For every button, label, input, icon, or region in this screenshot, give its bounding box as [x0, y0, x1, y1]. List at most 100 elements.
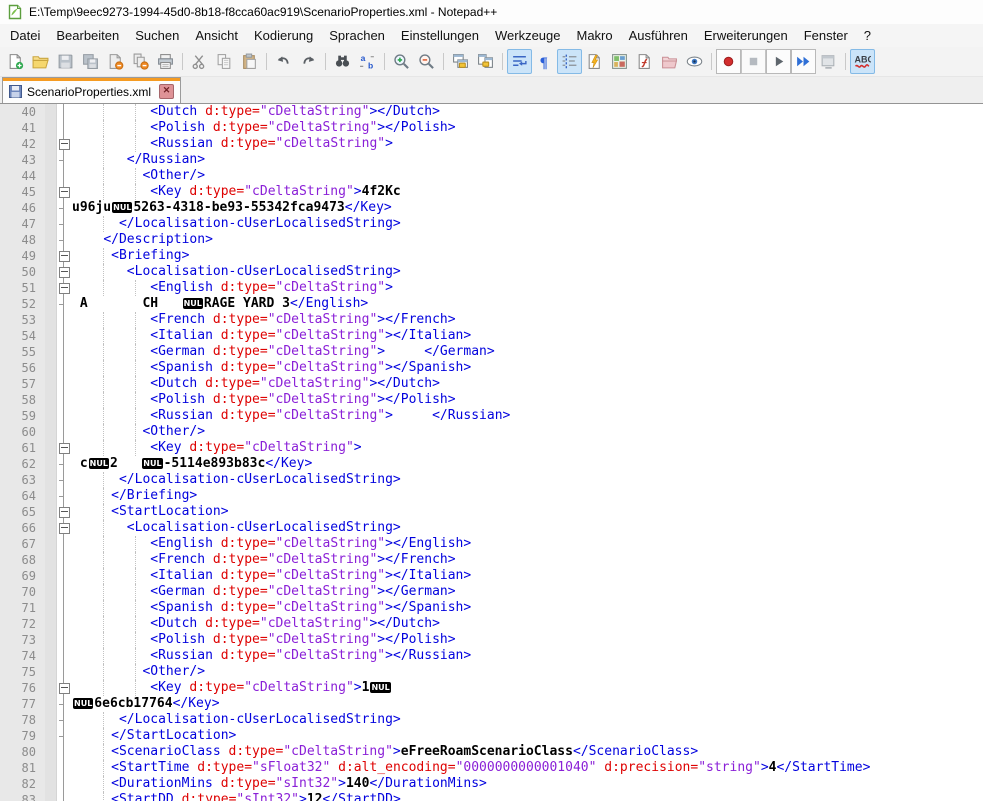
- show-indent-guide-button[interactable]: [557, 49, 582, 74]
- code-text[interactable]: <French d:type="cDeltaString"></French>: [70, 312, 983, 328]
- menu-item-ansicht[interactable]: Ansicht: [187, 26, 246, 45]
- menu-item-datei[interactable]: Datei: [2, 26, 48, 45]
- code-text[interactable]: </Localisation-cUserLocalisedString>: [70, 712, 983, 728]
- tab-close-icon[interactable]: ✕: [159, 84, 174, 99]
- function-list-button[interactable]: [632, 49, 657, 74]
- word-wrap-button[interactable]: [507, 49, 532, 74]
- sync-vertical-scrolling-button[interactable]: [448, 49, 473, 74]
- code-text[interactable]: <Italian d:type="cDeltaString"></Italian…: [70, 568, 983, 584]
- code-text[interactable]: <Polish d:type="cDeltaString"></Polish>: [70, 632, 983, 648]
- document-monitoring-button[interactable]: [682, 49, 707, 74]
- close-all-button[interactable]: [128, 49, 153, 74]
- code-text[interactable]: <Dutch d:type="cDeltaString"></Dutch>: [70, 104, 983, 120]
- tab-scenarioproperties[interactable]: ScenarioProperties.xml ✕: [2, 79, 181, 103]
- code-text[interactable]: NUL6e6cb17764</Key>: [70, 696, 983, 712]
- menu-item-makro[interactable]: Makro: [569, 26, 621, 45]
- code-text[interactable]: </Localisation-cUserLocalisedString>: [70, 216, 983, 232]
- code-text[interactable]: </Briefing>: [70, 488, 983, 504]
- code-text[interactable]: <Polish d:type="cDeltaString"></Polish>: [70, 120, 983, 136]
- menu-item-bearbeiten[interactable]: Bearbeiten: [48, 26, 127, 45]
- save-all-button[interactable]: [78, 49, 103, 74]
- menu-item-erweiterungen[interactable]: Erweiterungen: [696, 26, 796, 45]
- code-text[interactable]: <Spanish d:type="cDeltaString"></Spanish…: [70, 360, 983, 376]
- menu-item-einstellungen[interactable]: Einstellungen: [393, 26, 487, 45]
- code-text[interactable]: <Other/>: [70, 424, 983, 440]
- cut-button[interactable]: [187, 49, 212, 74]
- macro-play-button[interactable]: [766, 49, 791, 74]
- code-text[interactable]: <Key d:type="cDeltaString">: [70, 440, 983, 456]
- redo-button[interactable]: [296, 49, 321, 74]
- sync-horizontal-scrolling-button[interactable]: [473, 49, 498, 74]
- undo-button[interactable]: [271, 49, 296, 74]
- code-text[interactable]: <ScenarioClass d:type="cDeltaString">eFr…: [70, 744, 983, 760]
- code-text[interactable]: <German d:type="cDeltaString"> </German>: [70, 344, 983, 360]
- zoom-out-button[interactable]: [414, 49, 439, 74]
- new-file-button[interactable]: [3, 49, 28, 74]
- menu-item-kodierung[interactable]: Kodierung: [246, 26, 321, 45]
- code-text[interactable]: <Key d:type="cDeltaString">1NUL: [70, 680, 983, 696]
- replace-button[interactable]: ab: [355, 49, 380, 74]
- code-text[interactable]: <StartTime d:type="sFloat32" d:alt_encod…: [70, 760, 983, 776]
- print-button[interactable]: [153, 49, 178, 74]
- menu-item-sprachen[interactable]: Sprachen: [321, 26, 393, 45]
- code-text[interactable]: <Briefing>: [70, 248, 983, 264]
- fold-collapse-icon[interactable]: [57, 264, 70, 280]
- code-text[interactable]: </StartLocation>: [70, 728, 983, 744]
- menu-item-werkzeuge[interactable]: Werkzeuge: [487, 26, 569, 45]
- menu-item-help[interactable]: ?: [856, 26, 879, 45]
- fold-collapse-icon[interactable]: [57, 520, 70, 536]
- code-text[interactable]: <Polish d:type="cDeltaString"></Polish>: [70, 392, 983, 408]
- code-text[interactable]: <Other/>: [70, 664, 983, 680]
- code-text[interactable]: <Key d:type="cDeltaString">4f2Kc: [70, 184, 983, 200]
- macro-record-button[interactable]: [716, 49, 741, 74]
- macro-save-button[interactable]: [816, 49, 841, 74]
- editor[interactable]: 40 <Dutch d:type="cDeltaString"></Dutch>…: [0, 103, 983, 801]
- code-text[interactable]: <French d:type="cDeltaString"></French>: [70, 552, 983, 568]
- code-text[interactable]: </Description>: [70, 232, 983, 248]
- user-defined-language-button[interactable]: [582, 49, 607, 74]
- code-text[interactable]: <Italian d:type="cDeltaString"></Italian…: [70, 328, 983, 344]
- code-text[interactable]: <Russian d:type="cDeltaString">: [70, 136, 983, 152]
- code-text[interactable]: <Dutch d:type="cDeltaString"></Dutch>: [70, 376, 983, 392]
- code-text[interactable]: <English d:type="cDeltaString"></English…: [70, 536, 983, 552]
- zoom-in-button[interactable]: [389, 49, 414, 74]
- menu-item-ausf-hren[interactable]: Ausführen: [621, 26, 696, 45]
- fold-collapse-icon[interactable]: [57, 440, 70, 456]
- code-text[interactable]: </Localisation-cUserLocalisedString>: [70, 472, 983, 488]
- code-text[interactable]: <German d:type="cDeltaString"></German>: [70, 584, 983, 600]
- paste-button[interactable]: [237, 49, 262, 74]
- fold-collapse-icon[interactable]: [57, 504, 70, 520]
- macro-run-multiple-button[interactable]: [791, 49, 816, 74]
- fold-collapse-icon[interactable]: [57, 680, 70, 696]
- code-text[interactable]: u96juNUL5263-4318-be93-55342fca9473</Key…: [70, 200, 983, 216]
- code-text[interactable]: <Other/>: [70, 168, 983, 184]
- code-text[interactable]: <Spanish d:type="cDeltaString"></Spanish…: [70, 600, 983, 616]
- menu-item-suchen[interactable]: Suchen: [127, 26, 187, 45]
- fold-collapse-icon[interactable]: [57, 136, 70, 152]
- code-text[interactable]: <Russian d:type="cDeltaString"></Russian…: [70, 648, 983, 664]
- open-file-button[interactable]: [28, 49, 53, 74]
- code-text[interactable]: cNUL2 NUL-5114e893b83c</Key>: [70, 456, 983, 472]
- code-text[interactable]: <Localisation-cUserLocalisedString>: [70, 264, 983, 280]
- save-button[interactable]: [53, 49, 78, 74]
- document-map-button[interactable]: [607, 49, 632, 74]
- code-text[interactable]: A CH NULRAGE YARD 3</English>: [70, 296, 983, 312]
- menu-item-fenster[interactable]: Fenster: [796, 26, 856, 45]
- code-text[interactable]: </Russian>: [70, 152, 983, 168]
- fold-collapse-icon[interactable]: [57, 184, 70, 200]
- show-all-characters-button[interactable]: ¶: [532, 49, 557, 74]
- code-text[interactable]: <Russian d:type="cDeltaString"> </Russia…: [70, 408, 983, 424]
- macro-stop-button[interactable]: [741, 49, 766, 74]
- code-text[interactable]: <English d:type="cDeltaString">: [70, 280, 983, 296]
- close-button[interactable]: [103, 49, 128, 74]
- code-text[interactable]: <Dutch d:type="cDeltaString"></Dutch>: [70, 616, 983, 632]
- spell-check-button[interactable]: ABC: [850, 49, 875, 74]
- folder-as-workspace-button[interactable]: [657, 49, 682, 74]
- code-text[interactable]: <StartLocation>: [70, 504, 983, 520]
- find-button[interactable]: [330, 49, 355, 74]
- fold-collapse-icon[interactable]: [57, 280, 70, 296]
- copy-button[interactable]: [212, 49, 237, 74]
- code-text[interactable]: <StartDD d:type="sInt32">12</StartDD>: [70, 792, 983, 801]
- code-text[interactable]: <Localisation-cUserLocalisedString>: [70, 520, 983, 536]
- fold-collapse-icon[interactable]: [57, 248, 70, 264]
